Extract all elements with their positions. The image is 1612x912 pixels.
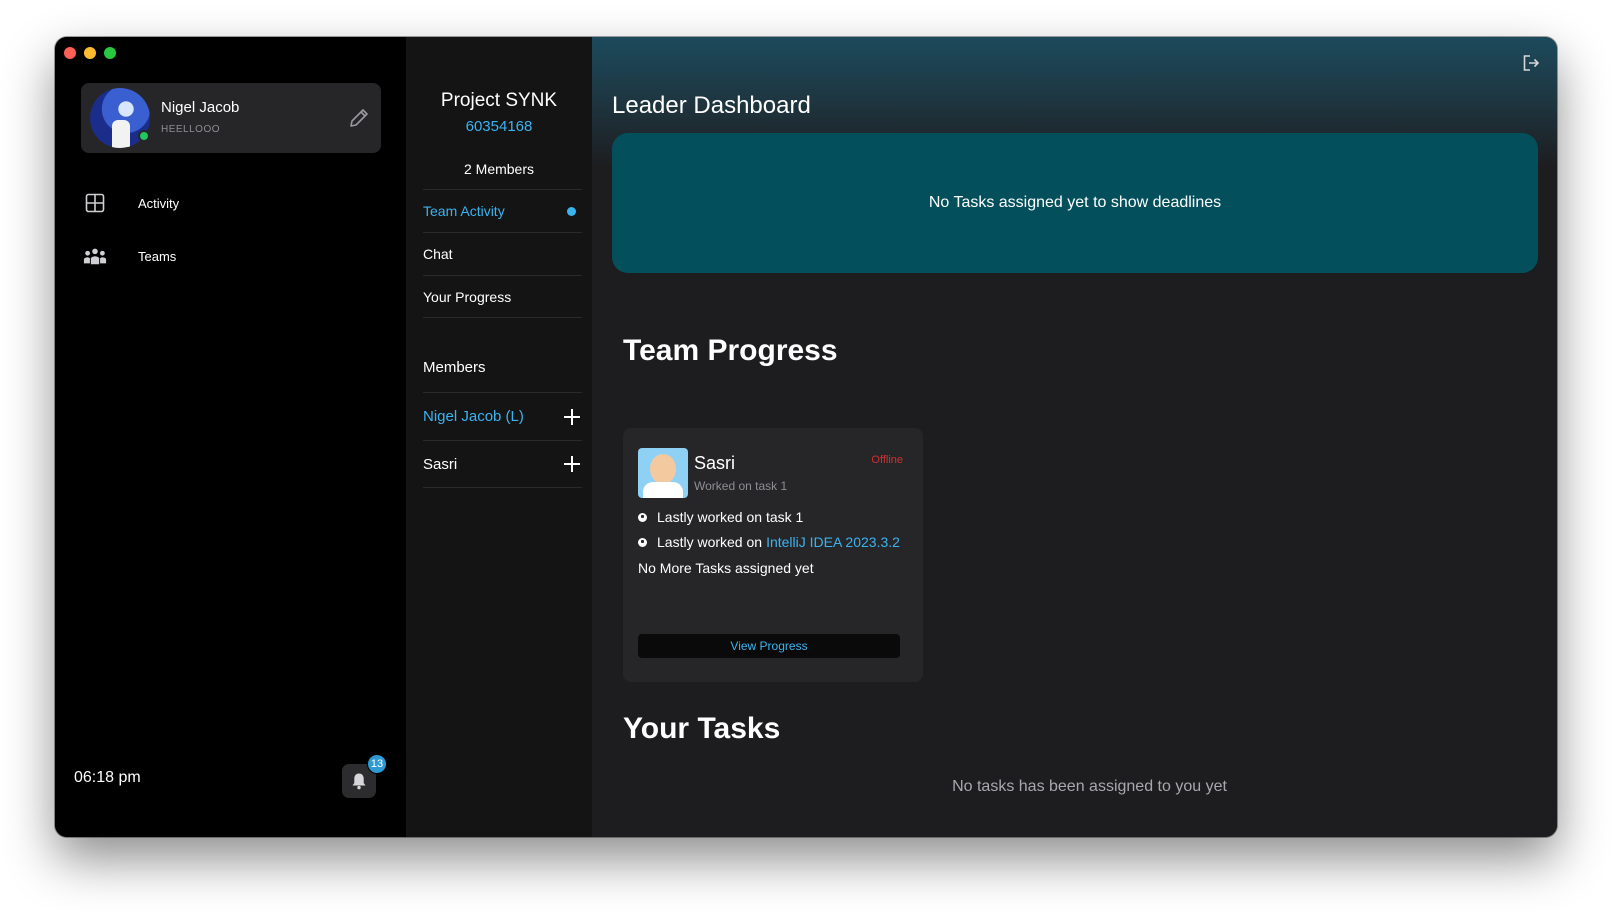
view-progress-button[interactable]: View Progress — [638, 634, 900, 658]
menu-item-label: Chat — [423, 246, 453, 262]
project-code[interactable]: 60354168 — [406, 118, 592, 135]
logout-icon[interactable] — [1521, 53, 1541, 73]
member-activity-subtitle: Worked on task 1 — [694, 479, 788, 493]
no-more-tasks-text: No More Tasks assigned yet — [638, 560, 814, 576]
menu-item-label: Team Activity — [423, 203, 505, 219]
clock-icon — [638, 512, 647, 522]
profile-name: Nigel Jacob — [161, 99, 240, 116]
last-task-line: Lastly worked on task 1 — [638, 509, 803, 525]
status-badge: Offline — [871, 454, 903, 466]
grid-icon — [83, 191, 107, 215]
team-icon — [83, 244, 107, 268]
member-list: Nigel Jacob (L) Sasri — [423, 392, 582, 488]
last-app-name: IntelliJ IDEA 2023.3.2 — [766, 534, 900, 550]
project-menu: Team Activity Chat Your Progress — [423, 189, 582, 318]
members-heading: Members — [423, 359, 486, 376]
member-name: Sasri — [423, 455, 458, 473]
online-status-dot — [138, 130, 150, 142]
window-controls — [64, 47, 116, 59]
bell-icon — [352, 773, 366, 790]
avatar — [638, 448, 688, 498]
notification-badge: 13 — [367, 754, 387, 774]
plus-icon[interactable] — [564, 408, 580, 425]
member-progress-card: Sasri Worked on task 1 Offline Lastly wo… — [623, 428, 923, 682]
menu-item-team-activity[interactable]: Team Activity — [423, 189, 582, 232]
sidebar-item-activity[interactable]: Activity — [83, 188, 179, 218]
member-row[interactable]: Nigel Jacob (L) — [423, 392, 582, 440]
main-content: Leader Dashboard No Tasks assigned yet t… — [592, 37, 1557, 837]
last-app-prefix: Lastly worked on — [657, 534, 763, 550]
clock: 06:18 pm — [74, 769, 141, 786]
deadlines-card: No Tasks assigned yet to show deadlines — [612, 133, 1538, 273]
project-panel: Project SYNK 60354168 2 Members Team Act… — [406, 37, 592, 837]
member-row[interactable]: Sasri — [423, 440, 582, 488]
no-tasks-message: No tasks has been assigned to you yet — [952, 778, 1227, 795]
member-name: Sasri — [694, 453, 736, 473]
pencil-icon[interactable] — [347, 106, 371, 130]
sidebar-item-label: Activity — [138, 195, 180, 211]
menu-item-chat[interactable]: Chat — [423, 232, 582, 275]
close-window-button[interactable] — [64, 47, 76, 59]
maximize-window-button[interactable] — [104, 47, 116, 59]
sidebar: Nigel Jacob HEELLOOO Activity Teams 06:1… — [55, 37, 406, 837]
active-indicator — [567, 206, 576, 216]
project-name: Project SYNK — [440, 90, 558, 111]
menu-item-label: Your Progress — [423, 288, 512, 305]
plus-icon[interactable] — [564, 456, 580, 472]
page-title: Leader Dashboard — [612, 92, 811, 119]
profile-status-text: HEELLOOO — [161, 124, 221, 135]
your-tasks-heading: Your Tasks — [623, 712, 781, 745]
clock-icon — [638, 537, 647, 547]
members-count: 2 Members — [463, 161, 535, 177]
last-app-line: Lastly worked on IntelliJ IDEA 2023.3.2 — [638, 534, 900, 550]
minimize-window-button[interactable] — [84, 47, 96, 59]
app-window: Nigel Jacob HEELLOOO Activity Teams 06:1… — [55, 37, 1557, 837]
last-task-text: Lastly worked on task 1 — [657, 509, 804, 525]
sidebar-item-label: Teams — [138, 248, 177, 264]
menu-item-your-progress[interactable]: Your Progress — [423, 275, 582, 318]
deadlines-empty-message: No Tasks assigned yet to show deadlines — [928, 194, 1222, 211]
team-progress-heading: Team Progress — [623, 334, 838, 367]
profile-card[interactable]: Nigel Jacob HEELLOOO — [81, 83, 381, 153]
member-name: Nigel Jacob (L) — [423, 408, 524, 425]
sidebar-item-teams[interactable]: Teams — [83, 241, 176, 271]
